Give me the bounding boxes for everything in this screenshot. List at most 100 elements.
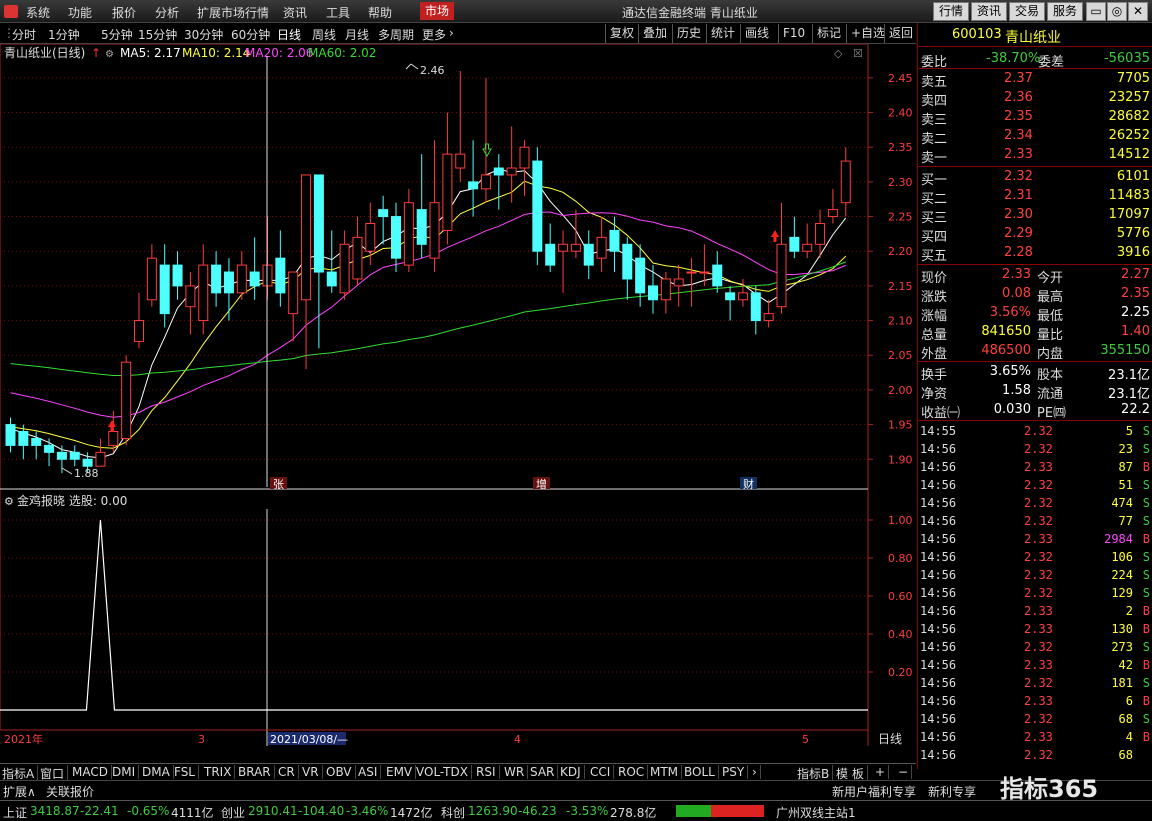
tab-60min[interactable]: 60分钟 [231,26,270,43]
candle[interactable] [596,216,607,273]
stats-button[interactable]: 统计 [706,24,739,43]
ask-row[interactable]: 卖五 2.37 7705 [918,70,1152,90]
back-button[interactable]: 返回 [884,24,917,43]
close-panel-icon[interactable]: ☒ [853,47,863,60]
indicator-tab[interactable]: CR [278,765,299,779]
menu-item[interactable]: 系统 [26,4,50,21]
candle[interactable] [44,438,55,467]
promo-link[interactable]: 新用户福利专享 [832,783,916,800]
bid-row[interactable]: 买二 2.31 11483 [918,187,1152,207]
event-marker[interactable]: 财 [743,477,754,491]
restore-icon[interactable]: ◎ [1107,2,1127,21]
kc-index-label[interactable]: 科创 [441,804,465,821]
indicator-tab[interactable]: DMI [112,765,140,779]
related-quotes-tab[interactable]: 关联报价 [46,783,94,800]
tick-row[interactable]: 14:56 2.32 181 S [918,674,1152,692]
candle[interactable] [583,230,594,279]
cy-index-label[interactable]: 创业 [221,804,245,821]
candle[interactable] [725,285,736,321]
candle[interactable] [429,140,440,273]
tick-row[interactable]: 14:56 2.33 2984 B [918,530,1152,548]
adjust-button[interactable]: 复权 [605,24,638,43]
candle[interactable] [493,154,504,210]
candle[interactable] [198,244,209,335]
candle[interactable] [802,223,813,259]
chart-area[interactable]: 青山纸业(日线) ↑ ⚙ MA5: 2.17 MA10: 2.14 MA20: … [0,44,916,746]
indicator-right-button[interactable]: + [875,765,890,779]
indicator-tab[interactable]: CCI [590,765,615,779]
candle[interactable] [378,195,389,245]
candle[interactable] [789,216,800,259]
candle[interactable] [750,285,761,335]
tick-row[interactable]: 14:56 2.32 129 S [918,584,1152,602]
indicator-tab[interactable]: WR [504,765,529,779]
trade-button[interactable]: 交易 [1009,2,1045,21]
menu-item[interactable]: 扩展市场行情 [197,4,269,21]
candle[interactable] [159,244,170,328]
news-button[interactable]: 资讯 [971,2,1007,21]
candle[interactable] [5,417,16,453]
candle[interactable] [635,244,646,307]
menu-item[interactable]: 报价 [112,4,136,21]
add-watchlist-button[interactable]: +自选 [846,24,889,43]
candle[interactable] [56,445,67,474]
diamond-icon[interactable]: ◇ [834,47,843,60]
tab-monthly[interactable]: 月线 [345,26,369,43]
mark-button[interactable]: 标记 [812,24,845,43]
draw-button[interactable]: 画线 [740,24,773,43]
candle[interactable] [468,140,479,217]
ask-row[interactable]: 卖二 2.34 26252 [918,127,1152,147]
tick-row[interactable]: 14:56 2.33 2 B [918,602,1152,620]
indicator-tab[interactable]: EMV [386,765,417,779]
settings-gear-icon[interactable]: ⚙ [105,49,114,60]
candle[interactable] [236,251,247,300]
indicator-tab[interactable]: BOLL [684,765,719,779]
candle[interactable] [776,202,787,314]
candle[interactable] [558,230,569,293]
indicator-tab[interactable]: MACD [72,765,112,779]
candle[interactable] [609,216,620,273]
candle[interactable] [313,174,324,349]
candle[interactable] [480,77,491,203]
tab-15min[interactable]: 15分钟 [138,26,177,43]
candle[interactable] [506,126,517,203]
candle[interactable] [301,174,312,370]
tick-row[interactable]: 14:55 2.32 5 S [918,422,1152,440]
candle[interactable] [18,424,29,460]
indicator-gear-icon[interactable]: ⚙ [4,495,14,508]
candle[interactable] [686,258,697,307]
tick-row[interactable]: 14:56 2.32 474 S [918,494,1152,512]
indicator-tab[interactable]: PSY [722,765,749,779]
overlay-button[interactable]: 叠加 [638,24,671,43]
tab-multi-period[interactable]: 多周期 [378,26,414,43]
candle[interactable] [442,112,453,245]
ask-row[interactable]: 卖四 2.36 23257 [918,89,1152,109]
candle[interactable] [146,244,157,307]
history-button[interactable]: 历史 [672,24,705,43]
promo-link-2[interactable]: 新利专享 [928,783,976,800]
candle[interactable] [532,147,543,266]
ask-row[interactable]: 卖一 2.33 14512 [918,146,1152,166]
server-name[interactable]: 广州双线主站1 [776,804,856,821]
candle[interactable] [737,278,748,307]
candle[interactable] [648,265,658,314]
candle[interactable] [403,188,414,273]
candle[interactable] [249,237,260,300]
close-icon[interactable]: ✕ [1128,2,1148,21]
tick-row[interactable]: 14:56 2.32 273 S [918,638,1152,656]
indicator-tab[interactable]: RSI [476,765,500,779]
tick-row[interactable]: 14:56 2.32 23 S [918,440,1152,458]
candle[interactable] [326,230,337,293]
tick-row[interactable]: 14:56 2.32 224 S [918,566,1152,584]
candle[interactable] [95,438,106,467]
tick-row[interactable]: 14:56 2.32 68 [918,746,1152,764]
candle[interactable] [134,292,144,349]
tab-1min[interactable]: 1分钟 [48,26,80,43]
indicator-tab[interactable]: FSL [174,765,199,779]
indicator-tab[interactable]: TRIX [204,765,236,779]
bid-row[interactable]: 买四 2.29 5776 [918,225,1152,245]
candle[interactable] [365,202,376,266]
candle[interactable] [673,265,684,307]
candle[interactable] [827,188,838,224]
menu-item[interactable]: 资讯 [283,4,307,21]
